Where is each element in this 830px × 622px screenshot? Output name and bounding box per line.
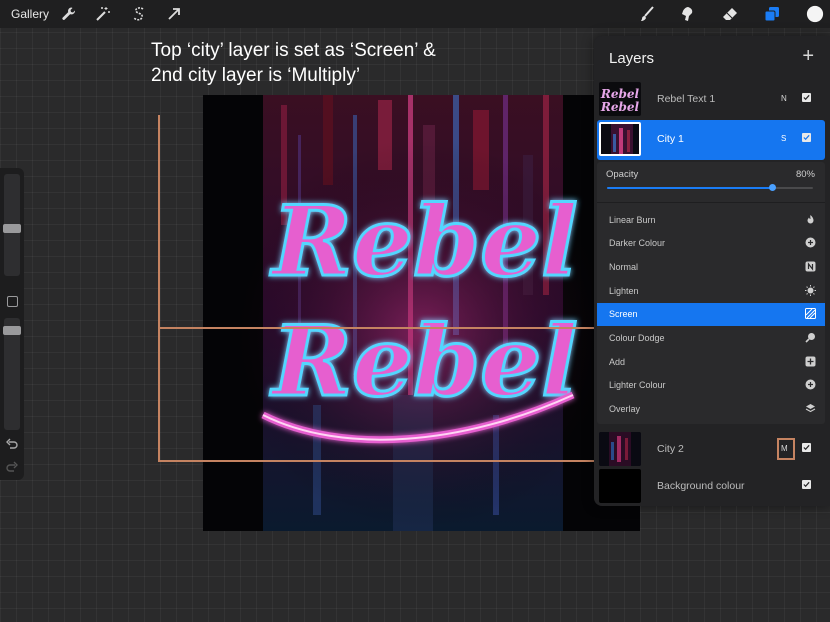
layer-visibility-checkbox[interactable] [802, 480, 811, 489]
magnifier-icon [805, 332, 816, 343]
artwork-text-line-1: Rebel [269, 185, 578, 298]
blend-mode-add[interactable]: Add [597, 351, 825, 374]
canvas-artwork[interactable]: Rebel Rebel [203, 95, 640, 531]
brush-opacity-thumb[interactable] [3, 326, 21, 335]
opacity-slider[interactable] [607, 184, 813, 191]
blend-mode-label: Screen [609, 309, 638, 319]
blend-mode-label: Add [609, 357, 626, 367]
blend-mode-label: Linear Burn [609, 215, 656, 225]
layer-thumbnail: Rebel Rebel [599, 82, 641, 116]
layer-name: City 2 [657, 443, 684, 455]
layer-thumbnail [599, 122, 641, 156]
transform-arrow-icon[interactable] [165, 5, 183, 23]
annotation-bracket-vertical [158, 115, 160, 462]
layer-blend-options: Opacity 80% Linear Burn Darker Colour No… [597, 162, 825, 424]
layers-icon[interactable] [763, 5, 781, 23]
layer-blend-mode-badge[interactable]: N [781, 94, 787, 103]
top-toolbar: Gallery [0, 0, 830, 28]
caption-line-1: Top ‘city’ layer is set as ‘Screen’ & [151, 40, 436, 61]
artwork-image: Rebel Rebel [203, 95, 640, 531]
annotation-multiply-highlight [777, 438, 795, 460]
modify-button[interactable] [7, 296, 18, 307]
layer-visibility-checkbox[interactable] [802, 133, 811, 142]
opacity-slider-knob[interactable] [768, 184, 776, 191]
left-sidebar [0, 168, 24, 480]
layer-thumbnail [599, 432, 641, 466]
layer-blend-mode-badge[interactable]: S [781, 134, 786, 143]
add-layer-button[interactable]: + [802, 46, 814, 66]
blend-mode-darker-colour[interactable]: Darker Colour [597, 232, 825, 255]
layers-panel: Layers + Rebel Rebel Rebel Text 1 N City… [594, 36, 830, 506]
blend-mode-overlay[interactable]: Overlay [597, 398, 825, 421]
artwork-text-line-2: Rebel [269, 305, 578, 418]
blend-mode-label: Lighten [609, 286, 639, 296]
layers-panel-title: Layers [609, 50, 655, 67]
annotation-caption: Top ‘city’ layer is set as ‘Screen’ & 2n… [151, 38, 531, 88]
blend-mode-label: Lighter Colour [609, 380, 666, 390]
caption-line-2: 2nd city layer is ‘Multiply’ [151, 65, 361, 86]
opacity-label: Opacity [606, 169, 639, 180]
layer-visibility-checkbox[interactable] [802, 443, 811, 452]
opacity-value: 80% [795, 169, 815, 180]
flame-icon [805, 214, 816, 225]
svg-text:Rebel: Rebel [600, 100, 640, 114]
gallery-button[interactable]: Gallery [11, 7, 49, 21]
layer-row-background-colour[interactable]: Background colour [594, 467, 830, 507]
blend-mode-label: Normal [609, 262, 639, 272]
layer-name: Background colour [657, 480, 745, 492]
layer-name: City 1 [657, 133, 684, 145]
layer-visibility-checkbox[interactable] [802, 93, 811, 102]
plus-box-icon [805, 356, 816, 367]
blend-mode-normal[interactable]: Normal [597, 256, 825, 279]
n-box-icon [805, 261, 816, 272]
eraser-icon[interactable] [721, 5, 739, 23]
plus-circle-icon [805, 379, 816, 390]
blend-mode-label: Colour Dodge [609, 333, 665, 343]
blend-mode-linear-burn[interactable]: Linear Burn [597, 209, 825, 232]
layer-row-city-1[interactable]: City 1 S [597, 120, 825, 160]
brush-opacity-slider[interactable] [3, 318, 21, 430]
selection-s-icon[interactable] [130, 5, 148, 23]
wrench-icon[interactable] [60, 5, 78, 23]
blend-mode-lighter-colour[interactable]: Lighter Colour [597, 374, 825, 397]
redo-icon[interactable] [5, 461, 19, 475]
color-circle-icon[interactable] [805, 4, 825, 24]
divider [597, 202, 825, 203]
magic-wand-icon[interactable] [94, 5, 112, 23]
sun-icon [805, 285, 816, 296]
brush-size-slider[interactable] [3, 174, 21, 276]
svg-text:Rebel: Rebel [600, 87, 640, 101]
blend-mode-screen[interactable]: Screen [597, 303, 825, 326]
smudge-icon[interactable] [678, 5, 696, 23]
plus-circle-icon [805, 237, 816, 248]
stack-icon [805, 403, 816, 414]
blend-mode-lighten[interactable]: Lighten [597, 280, 825, 303]
hatch-icon [805, 308, 816, 319]
brush-size-thumb[interactable] [3, 224, 21, 233]
layer-name: Rebel Text 1 [657, 93, 716, 105]
blend-mode-label: Overlay [609, 404, 641, 414]
blend-mode-colour-dodge[interactable]: Colour Dodge [597, 327, 825, 350]
brush-icon[interactable] [638, 5, 656, 23]
undo-icon[interactable] [5, 438, 19, 452]
layer-thumbnail [599, 469, 641, 503]
opacity-slider-fill [607, 187, 772, 189]
layer-row-rebel-text-1[interactable]: Rebel Rebel Rebel Text 1 N [594, 80, 830, 120]
blend-mode-label: Darker Colour [609, 238, 666, 248]
